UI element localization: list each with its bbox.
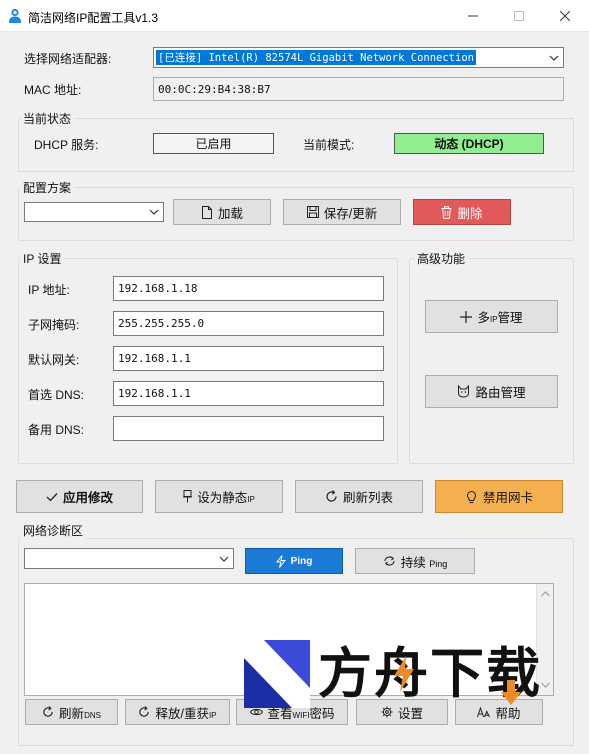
mode-status-box: 动态 (DHCP) [394, 133, 544, 154]
refresh-list-button[interactable]: 刷新列表 [295, 480, 423, 513]
continuous-small: Ping [429, 558, 448, 569]
adapter-selected-text: [已连接] Intel(R) 82574L Gigabit Network Co… [156, 50, 476, 65]
multi-ip-suffix: 管理 [497, 311, 523, 325]
adapter-select[interactable]: [已连接] Intel(R) 82574L Gigabit Network Co… [153, 47, 564, 68]
ping-label: Ping [290, 555, 313, 567]
mac-field: 00:0C:29:B4:38:B7 [153, 77, 564, 101]
mode-label: 当前模式: [303, 138, 355, 152]
refresh-icon [326, 490, 337, 502]
gateway-input[interactable]: 192.168.1.1 [113, 346, 384, 371]
ping-target-select[interactable] [24, 548, 234, 569]
dns2-label: 备用 DNS: [28, 423, 85, 437]
ip-settings-group-title: IP 设置 [20, 250, 65, 267]
maximize-button[interactable] [496, 0, 542, 32]
close-icon [560, 11, 570, 21]
close-button[interactable] [542, 0, 588, 32]
flush-dns-text: 刷新 [59, 706, 85, 721]
mask-label: 子网掩码: [28, 318, 80, 332]
status-group-title: 当前状态 [20, 110, 75, 127]
maximize-icon [514, 11, 524, 21]
download-arrow-icon [501, 680, 521, 705]
disable-adapter-label: 禁用网卡 [482, 491, 533, 505]
release-renew-label: 释放/重获IP [155, 703, 216, 722]
release-text: 释放/重获 [155, 706, 209, 721]
delete-profile-label: 删除 [457, 206, 483, 221]
continuous-label: 持续 [400, 555, 426, 570]
release-small: IP [208, 710, 217, 720]
scroll-up-icon[interactable] [537, 587, 554, 601]
file-icon [201, 205, 212, 219]
minimize-button[interactable] [450, 0, 496, 32]
multi-ip-label: 多IP管理 [477, 307, 522, 326]
fangzhou-logo-icon [244, 640, 310, 708]
check-icon [46, 492, 58, 501]
profile-group-title: 配置方案 [20, 179, 75, 196]
refresh-list-label: 刷新列表 [342, 491, 393, 505]
delete-profile-button[interactable]: 删除 [413, 199, 511, 225]
static-small: IP [247, 495, 255, 504]
chevron-down-icon [149, 209, 159, 215]
flush-dns-label: 刷新DNS [59, 703, 101, 722]
advanced-group [409, 258, 574, 464]
disable-adapter-button[interactable]: 禁用网卡 [435, 480, 563, 513]
save-profile-button[interactable]: 保存/更新 [283, 199, 401, 225]
load-profile-label: 加载 [217, 206, 243, 221]
minimize-icon [468, 15, 478, 17]
save-icon [306, 206, 319, 218]
ping-button[interactable]: Ping [245, 548, 343, 574]
mac-label: MAC 地址: [24, 83, 82, 97]
subnet-mask-input[interactable]: 255.255.255.0 [113, 311, 384, 336]
lightbulb-icon [466, 490, 476, 503]
pin-icon [183, 490, 193, 503]
adapter-label: 选择网络适配器: [24, 52, 112, 66]
watermark: 方舟下载 [244, 640, 544, 712]
refresh-icon [43, 706, 53, 717]
loop-icon [384, 556, 395, 566]
title-bar: 简洁网络IP配置工具v1.3 [0, 0, 589, 32]
secondary-dns-input[interactable] [113, 416, 384, 441]
save-profile-label: 保存/更新 [323, 206, 378, 221]
gateway-label: 默认网关: [28, 353, 80, 367]
lightning-accent-icon [394, 656, 414, 692]
trash-icon [441, 205, 452, 219]
flush-dns-small: DNS [84, 710, 101, 720]
apply-changes-label: 应用修改 [62, 491, 113, 505]
plus-icon [460, 310, 473, 323]
dhcp-label: DHCP 服务: [34, 138, 99, 152]
diagnostics-group-title: 网络诊断区 [20, 522, 87, 539]
flush-dns-button[interactable]: 刷新DNS [25, 699, 118, 725]
ip-address-input[interactable]: 192.168.1.18 [113, 276, 384, 301]
dhcp-status-box: 已启用 [153, 133, 274, 154]
chevron-down-icon [549, 55, 559, 61]
ip-label: IP 地址: [28, 283, 70, 297]
refresh-icon [139, 706, 150, 717]
continuous-ping-label: 持续 Ping [401, 552, 448, 571]
apply-changes-button[interactable]: 应用修改 [16, 480, 143, 513]
set-static-ip-label: 设为静态IP [197, 487, 255, 506]
route-manage-label: 路由管理 [475, 386, 526, 400]
route-manage-button[interactable]: 路由管理 [425, 375, 558, 408]
chevron-down-icon [219, 556, 229, 562]
multi-ip-small: IP [489, 315, 498, 324]
release-renew-button[interactable]: 释放/重获IP [125, 699, 230, 725]
continuous-ping-button[interactable]: 持续 Ping [355, 548, 475, 574]
set-static-ip-button[interactable]: 设为静态IP [155, 480, 283, 513]
load-profile-button[interactable]: 加载 [173, 199, 271, 225]
multi-ip-button[interactable]: 多IP管理 [425, 300, 558, 333]
dns1-label: 首选 DNS: [28, 388, 85, 402]
profile-select[interactable] [24, 202, 164, 222]
lightning-icon [275, 554, 286, 568]
cat-icon [458, 385, 470, 398]
static-label: 设为静态 [197, 491, 248, 505]
multi-ip-prefix: 多 [477, 311, 490, 325]
advanced-group-title: 高级功能 [414, 250, 469, 267]
primary-dns-input[interactable]: 192.168.1.1 [113, 381, 384, 406]
window-title: 简洁网络IP配置工具v1.3 [28, 11, 159, 25]
app-user-icon [9, 8, 21, 23]
